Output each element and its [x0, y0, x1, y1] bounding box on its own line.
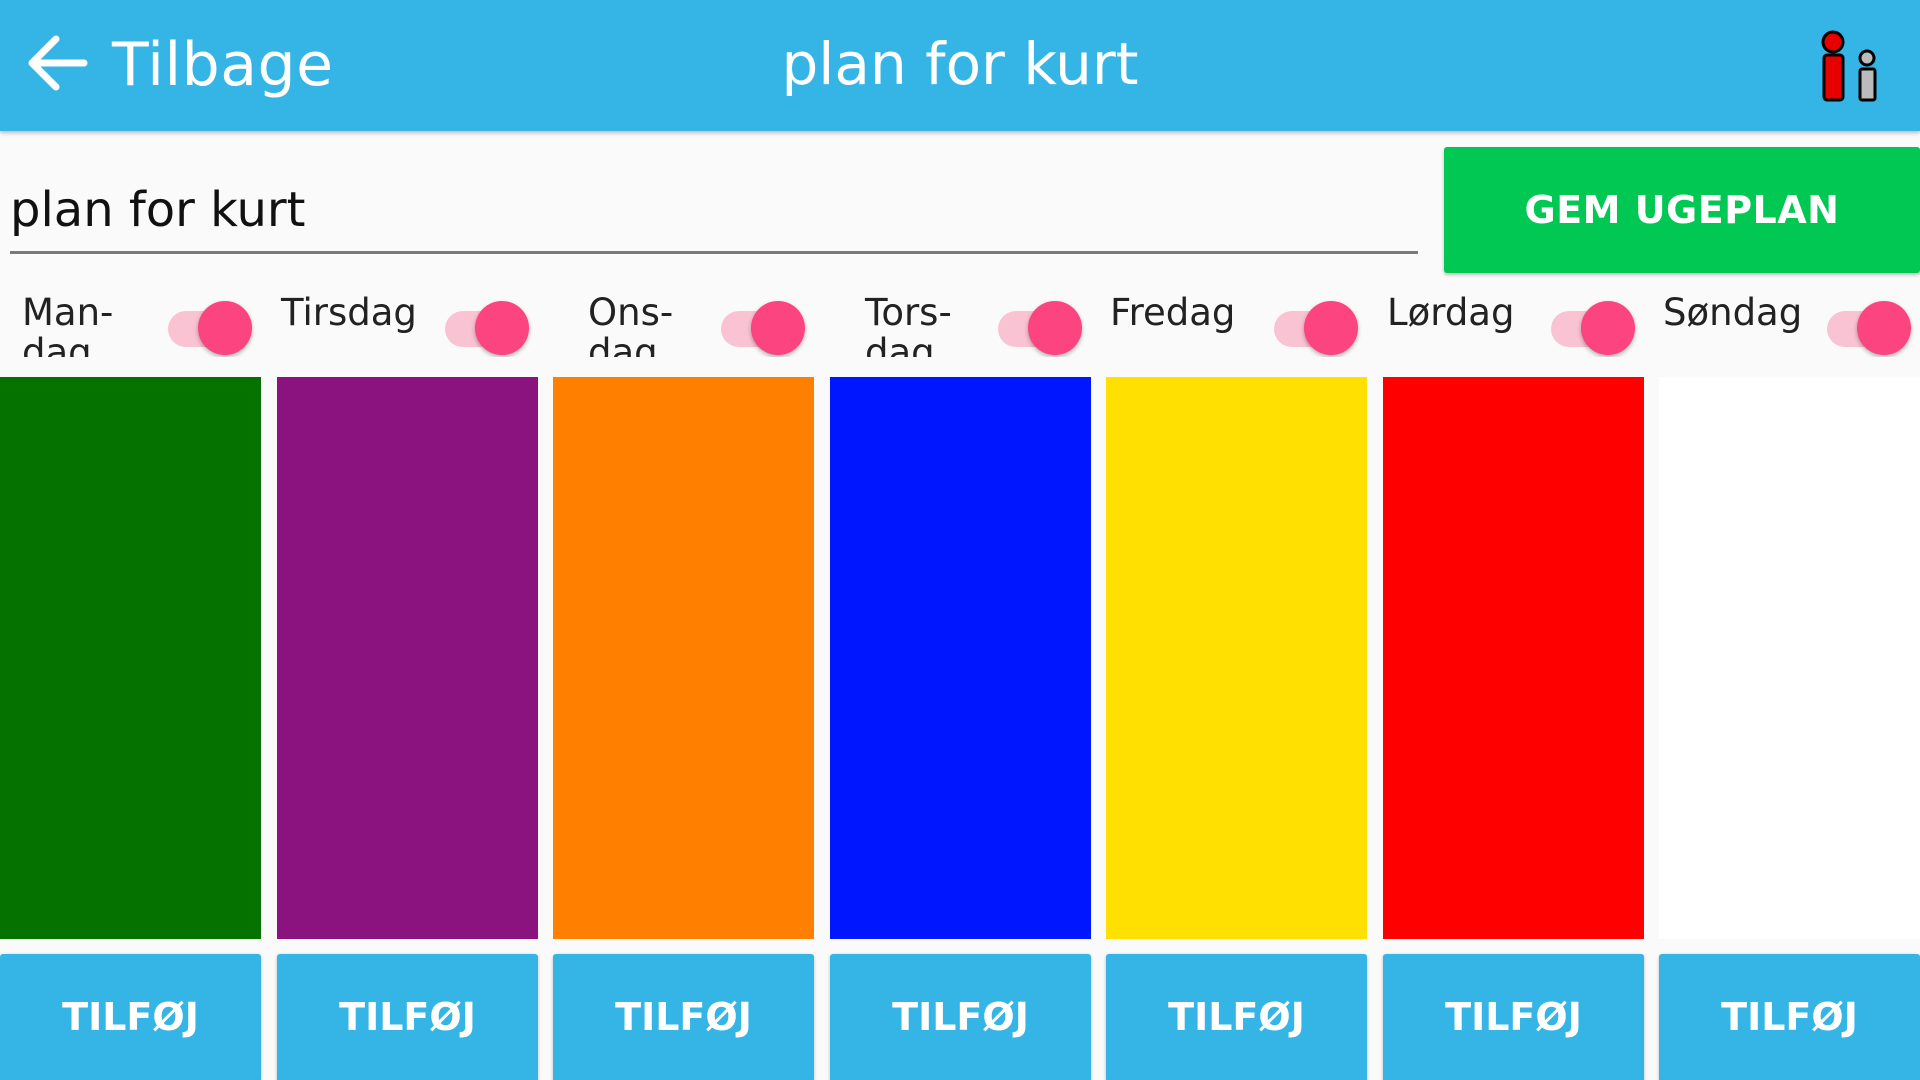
add-activity-button[interactable]: TILFØJ	[0, 954, 261, 1080]
day-label: Søndag	[1663, 291, 1803, 334]
add-activity-button[interactable]: TILFØJ	[1106, 954, 1367, 1080]
day-label: Ons-dag	[588, 291, 674, 358]
day-label: Fredag	[1110, 291, 1236, 334]
day-enabled-toggle[interactable]	[1274, 293, 1358, 355]
day-activity-column[interactable]	[553, 377, 814, 939]
toggle-thumb	[198, 301, 252, 355]
add-activity-button[interactable]: TILFØJ	[553, 954, 814, 1080]
day-header: Tirsdag	[277, 285, 553, 357]
app-bar: Tilbage plan for kurt	[0, 0, 1920, 131]
toggle-thumb	[1857, 301, 1911, 355]
person-info-logo-icon	[1815, 28, 1885, 104]
day-header: Tors-dag	[830, 285, 1106, 357]
add-activity-button[interactable]: TILFØJ	[1383, 954, 1644, 1080]
day-enabled-toggle[interactable]	[168, 293, 252, 355]
day-header: Fredag	[1106, 285, 1382, 357]
page-title: plan for kurt	[781, 30, 1139, 98]
add-activity-button[interactable]: TILFØJ	[1659, 954, 1920, 1080]
toggle-thumb	[1304, 301, 1358, 355]
day-label: Tirsdag	[281, 291, 417, 334]
day-enabled-toggle[interactable]	[1551, 293, 1635, 355]
day-enabled-toggle[interactable]	[998, 293, 1082, 355]
day-activity-column[interactable]	[1106, 377, 1367, 939]
day-header: Ons-dag	[553, 285, 829, 357]
day-activity-column[interactable]	[1383, 377, 1644, 939]
toggle-thumb	[1581, 301, 1635, 355]
day-enabled-toggle[interactable]	[721, 293, 805, 355]
toggle-thumb	[1028, 301, 1082, 355]
day-header: Man-dag	[0, 285, 276, 357]
day-header: Søndag	[1659, 285, 1920, 357]
day-activity-column[interactable]	[830, 377, 1091, 939]
day-activity-column[interactable]	[1659, 377, 1920, 939]
save-weekplan-button[interactable]: GEM UGEPLAN	[1444, 147, 1920, 273]
plan-name-input[interactable]	[10, 168, 1418, 254]
toggle-thumb	[751, 301, 805, 355]
day-label: Man-dag	[22, 291, 114, 358]
toggle-thumb	[475, 301, 529, 355]
day-label: Lørdag	[1387, 291, 1515, 334]
day-enabled-toggle[interactable]	[1827, 293, 1911, 355]
day-activity-column[interactable]	[0, 377, 261, 939]
add-activity-button[interactable]: TILFØJ	[830, 954, 1091, 1080]
day-label: Tors-dag	[865, 291, 952, 358]
add-activity-button[interactable]: TILFØJ	[277, 954, 538, 1080]
day-activity-column[interactable]	[277, 377, 538, 939]
day-header: Lørdag	[1383, 285, 1659, 357]
day-enabled-toggle[interactable]	[445, 293, 529, 355]
